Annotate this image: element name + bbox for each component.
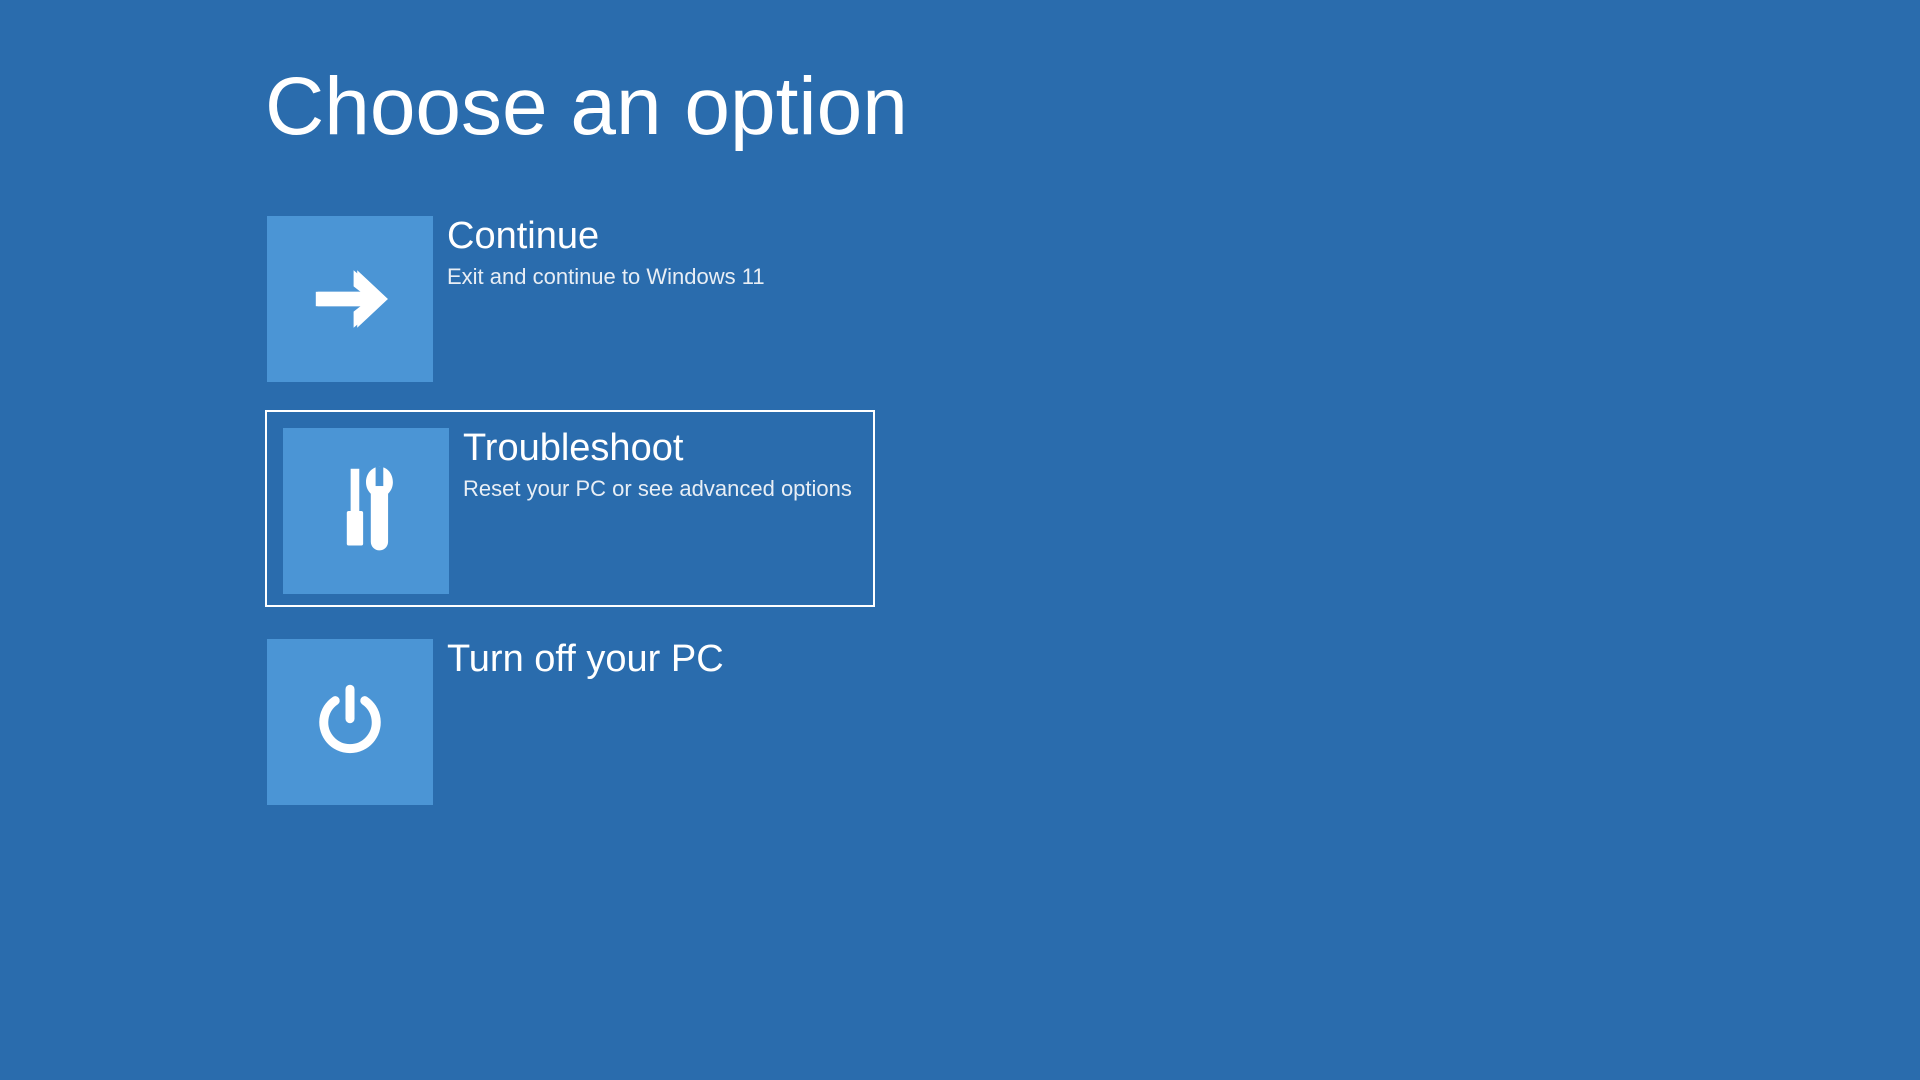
troubleshoot-desc: Reset your PC or see advanced options	[463, 476, 852, 502]
troubleshoot-text: Troubleshoot Reset your PC or see advanc…	[449, 428, 852, 502]
continue-text: Continue Exit and continue to Windows 11	[433, 216, 765, 290]
turnoff-title: Turn off your PC	[447, 639, 724, 681]
tools-icon	[283, 428, 449, 594]
turnoff-option[interactable]: Turn off your PC	[265, 637, 875, 803]
continue-desc: Exit and continue to Windows 11	[447, 264, 765, 290]
continue-title: Continue	[447, 216, 765, 258]
continue-option[interactable]: Continue Exit and continue to Windows 11	[265, 214, 875, 380]
troubleshoot-title: Troubleshoot	[463, 428, 852, 470]
turnoff-text: Turn off your PC	[433, 639, 724, 687]
page-title: Choose an option	[265, 60, 1920, 154]
power-icon	[267, 639, 433, 805]
troubleshoot-option[interactable]: Troubleshoot Reset your PC or see advanc…	[265, 410, 875, 607]
options-list: Continue Exit and continue to Windows 11	[265, 214, 1920, 803]
arrow-right-icon	[267, 216, 433, 382]
